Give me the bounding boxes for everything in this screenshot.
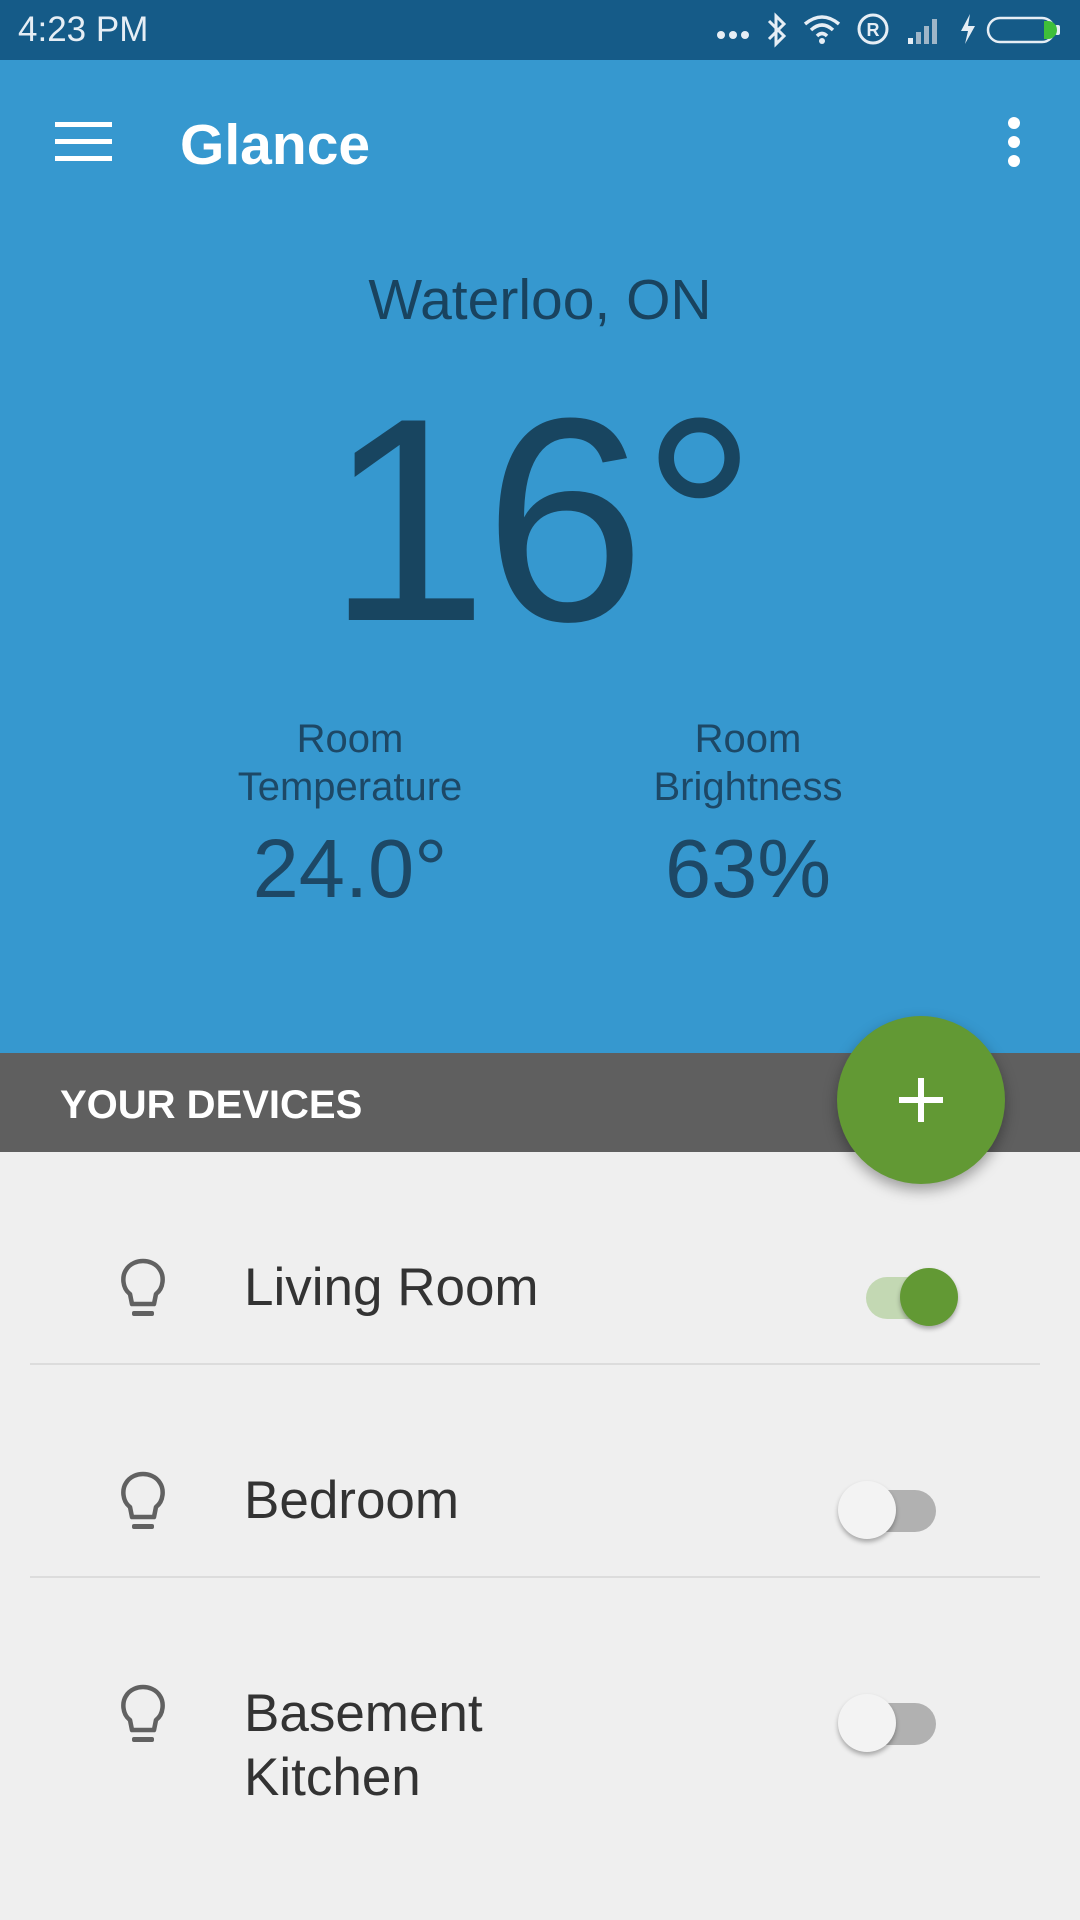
device-name-bedroom[interactable]: Bedroom bbox=[244, 1469, 459, 1533]
devices-section-title: YOUR DEVICES bbox=[60, 1083, 363, 1127]
toggle-thumb bbox=[838, 1481, 896, 1539]
device-name-line2: Kitchen bbox=[244, 1748, 421, 1807]
device-name-basement-kitchen[interactable]: Basement Kitchen bbox=[244, 1682, 483, 1810]
room-brightness-value: 63% bbox=[664, 822, 832, 915]
roaming-icon: R bbox=[857, 13, 889, 45]
device-row-bedroom[interactable]: Bedroom bbox=[0, 1365, 1080, 1578]
device-row-living-room[interactable]: Living Room bbox=[0, 1152, 1080, 1365]
toggle-thumb bbox=[900, 1268, 958, 1326]
outdoor-temperature: 16° bbox=[326, 358, 758, 682]
app-header: Glance Waterloo, ON 16° Room Temperature… bbox=[0, 60, 1080, 1053]
menu-icon[interactable] bbox=[55, 122, 112, 162]
room-temperature-value: 24.0° bbox=[252, 822, 448, 915]
plus-icon bbox=[899, 1078, 943, 1122]
more-options-icon[interactable] bbox=[995, 115, 1033, 175]
status-bar: 4:23 PM R bbox=[0, 0, 1080, 60]
location-label: Waterloo, ON bbox=[368, 268, 712, 332]
room-temperature-label-line1: Room bbox=[296, 717, 404, 761]
device-list: Living Room Bedroom Basement Kitchen bbox=[0, 1152, 1080, 1838]
device-row-basement-kitchen[interactable]: Basement Kitchen bbox=[0, 1578, 1080, 1838]
lightbulb-icon bbox=[121, 1471, 165, 1529]
bluetooth-icon bbox=[767, 12, 787, 48]
status-icons: R bbox=[716, 12, 1066, 48]
device-toggle-bedroom[interactable] bbox=[838, 1469, 948, 1539]
room-brightness-label-line2: Brightness bbox=[653, 765, 843, 809]
device-toggle-living-room[interactable] bbox=[854, 1256, 964, 1326]
device-name-line1: Basement bbox=[244, 1684, 483, 1743]
room-brightness-label-line1: Room bbox=[694, 717, 802, 761]
device-name-living-room[interactable]: Living Room bbox=[244, 1256, 539, 1320]
room-brightness-stat: Room Brightness 63% bbox=[568, 715, 928, 919]
app-title: Glance bbox=[180, 113, 371, 177]
more-notifications-icon bbox=[717, 31, 749, 39]
lightbulb-icon bbox=[121, 1258, 165, 1316]
lightbulb-icon bbox=[121, 1684, 165, 1742]
wifi-icon bbox=[803, 15, 841, 44]
status-time: 4:23 PM bbox=[18, 10, 149, 49]
signal-icon bbox=[908, 19, 937, 44]
charging-icon bbox=[961, 14, 975, 44]
room-temperature-stat: Room Temperature 24.0° bbox=[170, 715, 530, 919]
svg-text:R: R bbox=[867, 20, 880, 40]
battery-icon bbox=[986, 16, 1060, 44]
toggle-thumb bbox=[838, 1694, 896, 1752]
device-toggle-basement-kitchen[interactable] bbox=[838, 1682, 948, 1752]
room-temperature-label-line2: Temperature bbox=[237, 765, 463, 809]
